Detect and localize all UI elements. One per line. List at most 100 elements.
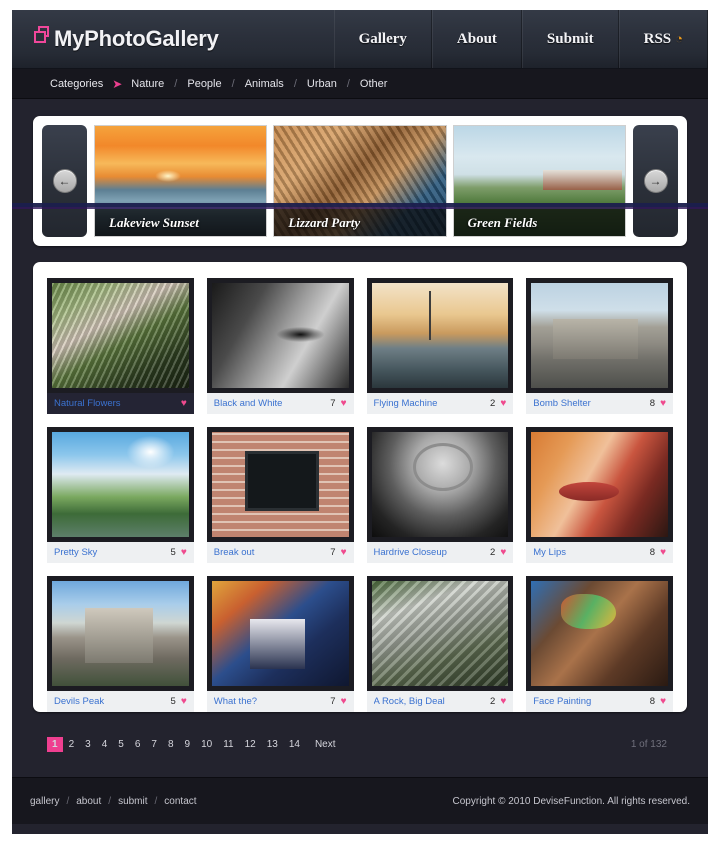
nav-item-rss[interactable]: RSS ◔: [618, 10, 708, 68]
gallery-thumbnail[interactable]: [47, 427, 194, 542]
site-logo[interactable]: MyPhotoGallery: [34, 25, 219, 53]
gallery-thumbnail[interactable]: [206, 278, 354, 393]
like-count: 5: [170, 696, 176, 707]
page-link-2[interactable]: 2: [64, 737, 80, 752]
heart-icon[interactable]: ♥: [181, 547, 187, 558]
page-link-13[interactable]: 13: [262, 737, 283, 752]
gallery-thumbnail[interactable]: [206, 427, 354, 542]
thumbnail-image: [211, 432, 349, 537]
category-link-nature[interactable]: Nature: [131, 78, 164, 90]
slide-item[interactable]: Green Fields: [452, 125, 626, 237]
featured-slider: ← Lakeview Sunset Lizzard Party Green Fi…: [33, 116, 687, 246]
gallery-item-title[interactable]: Black and White: [214, 398, 331, 409]
gallery-item[interactable]: Face Painting 8 ♥: [526, 576, 673, 712]
gallery-item-title[interactable]: A Rock, Big Deal: [374, 696, 491, 707]
thumbnail-image: [371, 581, 509, 686]
page-link-10[interactable]: 10: [196, 737, 217, 752]
page-link-8[interactable]: 8: [163, 737, 179, 752]
heart-icon[interactable]: ♥: [181, 696, 187, 707]
heart-icon[interactable]: ♥: [500, 547, 506, 558]
slide-caption: Lizzard Party: [274, 209, 446, 236]
gallery-item[interactable]: Black and White 7 ♥: [206, 278, 354, 414]
gallery-item-title[interactable]: Pretty Sky: [54, 547, 171, 558]
slider-next-button[interactable]: →: [633, 125, 678, 237]
gallery-thumbnail[interactable]: [47, 278, 194, 393]
slide-item[interactable]: Lakeview Sunset: [94, 125, 268, 237]
slider-track: Lakeview Sunset Lizzard Party Green Fiel…: [94, 125, 626, 237]
heart-icon[interactable]: ♥: [660, 547, 666, 558]
heart-icon[interactable]: ♥: [341, 696, 347, 707]
thumbnail-image: [531, 581, 668, 686]
gallery-thumbnail[interactable]: [526, 576, 673, 691]
nav-label-gallery: Gallery: [358, 30, 407, 47]
gallery-item-title[interactable]: Face Painting: [533, 696, 650, 707]
page-link-5[interactable]: 5: [113, 737, 129, 752]
gallery-item-title[interactable]: Bomb Shelter: [533, 398, 650, 409]
gallery-item[interactable]: Hardrive Closeup 2 ♥: [366, 427, 514, 563]
gallery-item-title[interactable]: Flying Machine: [374, 398, 491, 409]
footer-link-submit[interactable]: submit: [118, 796, 147, 807]
category-link-urban[interactable]: Urban: [307, 78, 337, 90]
like-count: 5: [170, 547, 176, 558]
footer-link-about[interactable]: about: [76, 796, 101, 807]
footer-link-gallery[interactable]: gallery: [30, 796, 59, 807]
gallery-item-title[interactable]: What the?: [214, 696, 331, 707]
gallery-thumbnail[interactable]: [366, 576, 514, 691]
gallery-item-title[interactable]: Devils Peak: [54, 696, 171, 707]
page-link-11[interactable]: 11: [218, 737, 238, 752]
gallery-item-title[interactable]: My Lips: [533, 547, 650, 558]
nav-item-about[interactable]: About: [431, 10, 522, 68]
gallery-thumbnail[interactable]: [47, 576, 194, 691]
like-count: 2: [490, 398, 496, 409]
gallery-thumbnail[interactable]: [366, 427, 514, 542]
category-link-other[interactable]: Other: [360, 78, 388, 90]
nav-item-gallery[interactable]: Gallery: [333, 10, 432, 68]
page-link-next[interactable]: Next: [310, 737, 341, 752]
gallery-item[interactable]: Natural Flowers ♥: [47, 278, 194, 414]
category-link-people[interactable]: People: [187, 78, 221, 90]
gallery-item-title[interactable]: Break out: [214, 547, 331, 558]
heart-icon[interactable]: ♥: [500, 398, 506, 409]
page-link-7[interactable]: 7: [146, 737, 162, 752]
gallery-caption: Break out 7 ♥: [206, 542, 354, 563]
gallery-thumbnail[interactable]: [366, 278, 514, 393]
like-count: 8: [649, 696, 656, 707]
gallery-item[interactable]: Flying Machine 2 ♥: [366, 278, 514, 414]
page-link-4[interactable]: 4: [97, 737, 113, 752]
heart-icon[interactable]: ♥: [341, 547, 347, 558]
thumbnail-image: [52, 432, 189, 537]
category-separator: /: [293, 77, 297, 90]
footer-link-contact[interactable]: contact: [164, 796, 196, 807]
page-link-1[interactable]: 1: [47, 737, 63, 752]
slide-item[interactable]: Lizzard Party: [273, 125, 447, 237]
nav-item-submit[interactable]: Submit: [521, 10, 619, 68]
gallery-item[interactable]: Break out 7 ♥: [206, 427, 354, 563]
gallery-item[interactable]: Bomb Shelter 8 ♥: [526, 278, 673, 414]
heart-icon[interactable]: ♥: [181, 398, 187, 409]
footer-links: gallery / about / submit / contact: [30, 796, 197, 807]
heart-icon[interactable]: ♥: [500, 696, 506, 707]
gallery-caption: Face Painting 8 ♥: [526, 691, 673, 712]
gallery-item[interactable]: A Rock, Big Deal 2 ♥: [366, 576, 514, 712]
gallery-item-title[interactable]: Natural Flowers: [54, 398, 176, 409]
gallery-thumbnail[interactable]: [206, 576, 354, 691]
gallery-item-title[interactable]: Hardrive Closeup: [374, 547, 491, 558]
slider-prev-button[interactable]: ←: [42, 125, 87, 237]
gallery-thumbnail[interactable]: [526, 278, 673, 393]
gallery-thumbnail[interactable]: [526, 427, 673, 542]
page-link-3[interactable]: 3: [80, 737, 96, 752]
page-link-9[interactable]: 9: [180, 737, 196, 752]
page-link-6[interactable]: 6: [130, 737, 146, 752]
gallery-item[interactable]: Pretty Sky 5 ♥: [47, 427, 194, 563]
footer-separator: /: [66, 795, 70, 807]
gallery-item[interactable]: My Lips 8 ♥: [526, 427, 673, 563]
like-count: 2: [490, 696, 496, 707]
heart-icon[interactable]: ♥: [660, 398, 666, 409]
page-link-12[interactable]: 12: [240, 737, 261, 752]
heart-icon[interactable]: ♥: [341, 398, 347, 409]
page-link-14[interactable]: 14: [284, 737, 305, 752]
gallery-item[interactable]: What the? 7 ♥: [206, 576, 354, 712]
gallery-item[interactable]: Devils Peak 5 ♥: [47, 576, 194, 712]
category-link-animals[interactable]: Animals: [245, 78, 284, 90]
heart-icon[interactable]: ♥: [660, 696, 666, 707]
